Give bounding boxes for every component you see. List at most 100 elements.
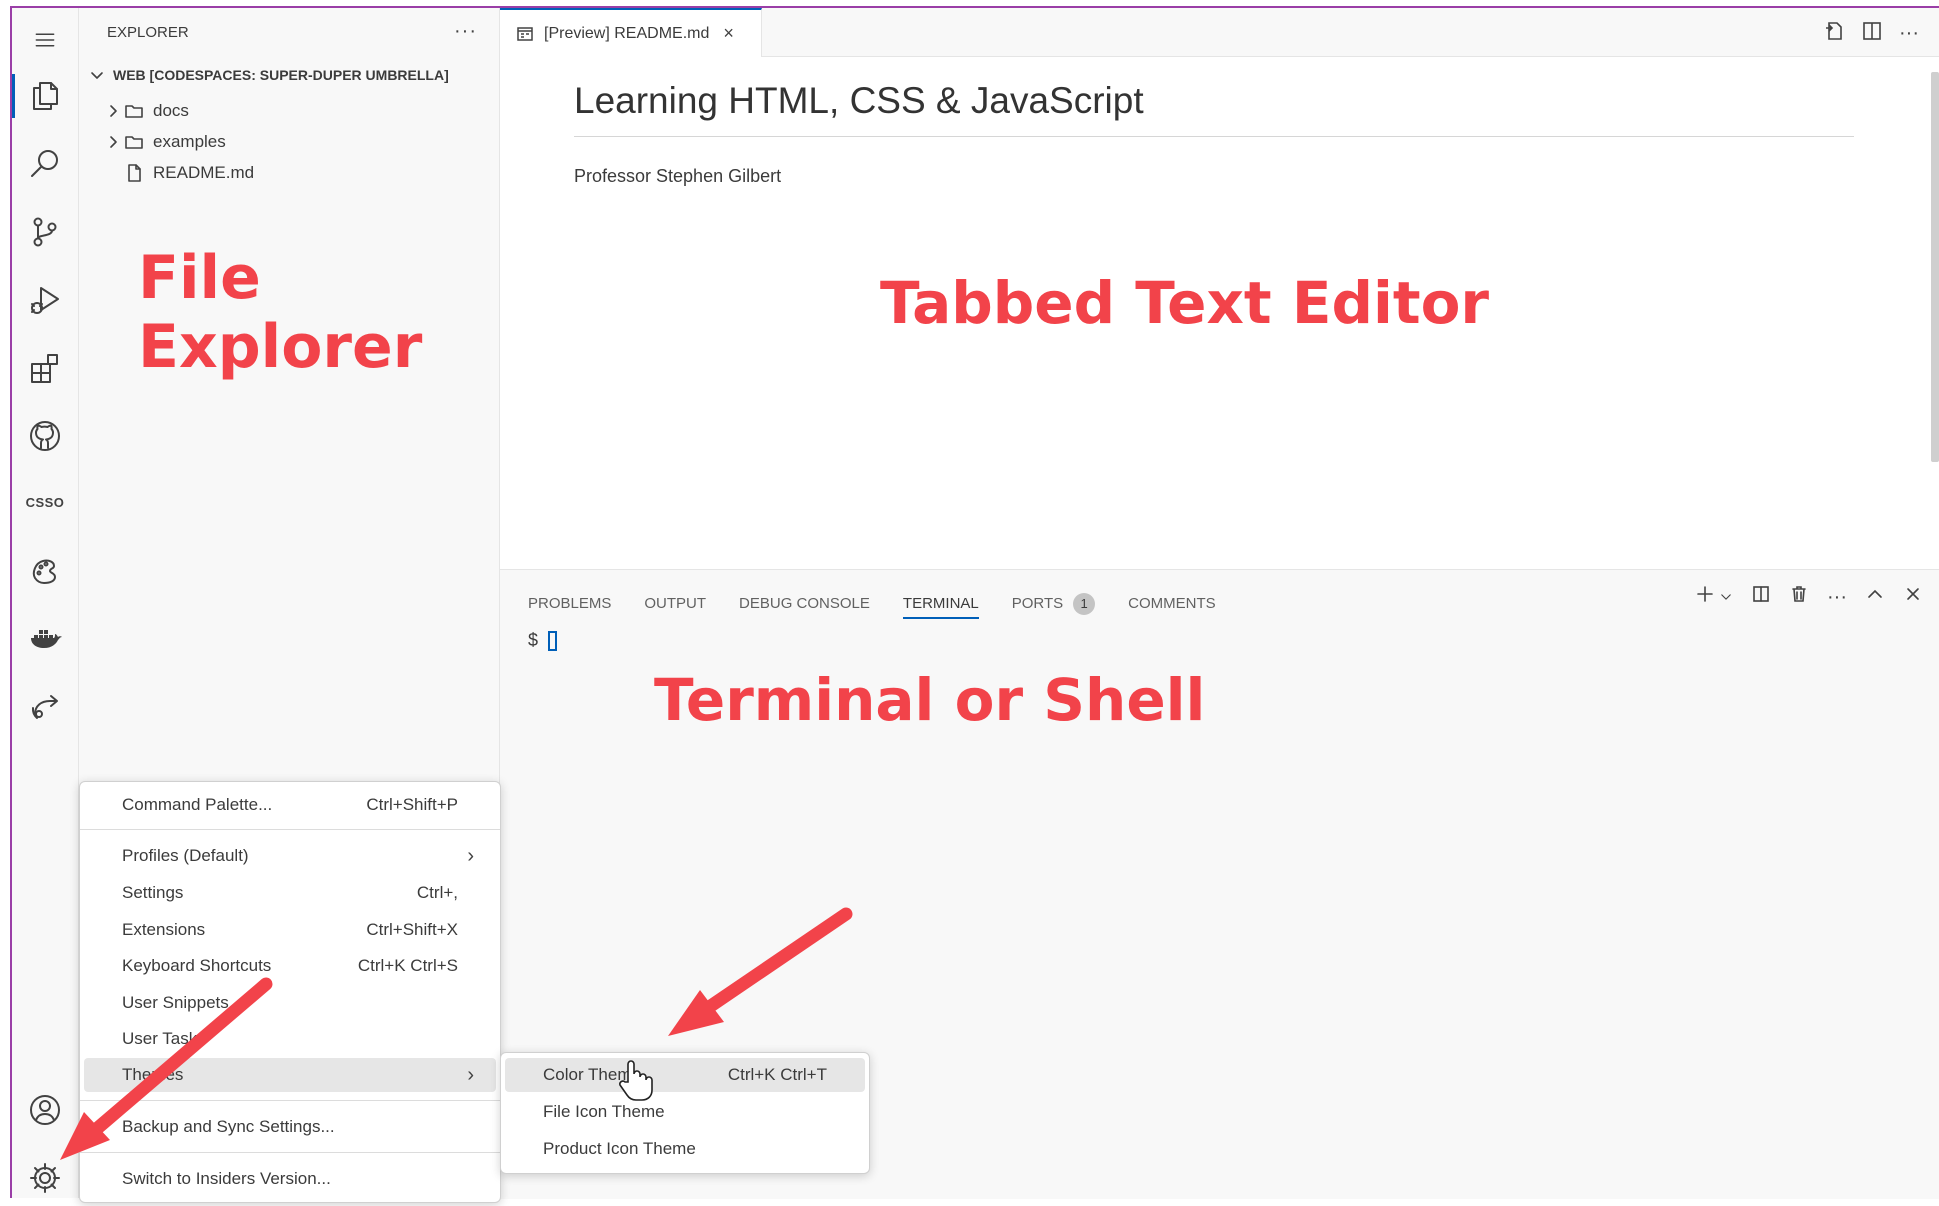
panel-actions: ··· [1695,584,1923,610]
plus-icon [1697,586,1713,602]
activity-live-share[interactable] [12,542,78,598]
menu-item-file-icon-theme[interactable]: File Icon Theme [505,1095,865,1129]
close-panel-button[interactable] [1903,584,1923,610]
editor-more-button[interactable]: ··· [1899,22,1919,45]
menu-label: Switch to Insiders Version... [122,1169,331,1188]
ports-count-badge: 1 [1073,592,1096,615]
run-debug-icon [31,287,59,314]
menu-item-user-snippets[interactable]: User Snippets [84,986,496,1020]
source-control-icon [33,217,57,247]
menu-item-product-icon-theme[interactable]: Product Icon Theme [505,1132,865,1166]
menu-label: User Tasks [122,1029,206,1048]
editor-scrollbar[interactable] [1931,72,1939,462]
workspace-name: WEB [CODESPACES: SUPER-DUPER UMBRELLA] [113,67,449,83]
panel-more-button[interactable]: ··· [1827,586,1847,609]
menu-shortcut: Ctrl+K Ctrl+T [727,1065,827,1084]
editor-group: [Preview] README.md × ··· Learning HTML,… [500,8,1939,568]
menu-item-profiles[interactable]: Profiles (Default) › [84,839,496,873]
github-icon [30,421,60,451]
split-editor-button[interactable] [1861,20,1883,47]
tab-readme-preview[interactable]: [Preview] README.md × [500,8,762,57]
editor-tab-bar: [Preview] README.md × ··· [500,8,1939,57]
csso-label: CSSO [25,494,65,510]
close-icon[interactable]: × [723,23,734,44]
menu-label: Settings [122,883,184,902]
tree-item-label: docs [153,101,189,120]
menu-label: Command Palette... [122,795,273,814]
menu-item-user-tasks[interactable]: User Tasks [84,1022,496,1056]
chevron-right-icon [103,132,123,152]
maximize-panel-button[interactable] [1865,584,1885,610]
files-icon [33,82,58,110]
activity-github[interactable] [12,408,78,464]
menu-button[interactable] [12,12,78,68]
annotation-line: Explorer [138,312,423,382]
tab-comments[interactable]: COMMENTS [1128,595,1216,612]
menu-shortcut: Ctrl+K Ctrl+S [357,956,458,975]
menu-item-keyboard-shortcuts[interactable]: Keyboard Shortcuts Ctrl+K Ctrl+S [84,949,496,983]
preview-icon [516,25,534,43]
prompt-symbol: $ [528,630,539,650]
terminal-cursor [548,630,558,651]
tab-terminal[interactable]: TERMINAL [902,595,979,619]
close-icon [1907,588,1919,600]
workspace-header[interactable]: WEB [CODESPACES: SUPER-DUPER UMBRELLA] [87,62,449,88]
tab-output[interactable]: OUTPUT [644,595,706,612]
split-editor-icon [1863,22,1881,40]
split-icon [1753,586,1769,602]
menu-item-command-palette[interactable]: Command Palette... Ctrl+Shift+P [84,788,496,822]
menu-item-switch-insiders[interactable]: Switch to Insiders Version... [84,1162,496,1196]
menu-label: Color Theme [543,1065,641,1084]
tab-problems[interactable]: PROBLEMS [528,595,611,612]
tab-ports[interactable]: PORTS 1 [1011,592,1096,615]
open-source-button[interactable] [1823,20,1845,47]
menu-item-backup-sync[interactable]: Backup and Sync Settings... [84,1110,496,1144]
menu-item-themes[interactable]: Themes › [84,1058,496,1092]
menu-item-extensions[interactable]: Extensions Ctrl+Shift+X [84,913,496,947]
explorer-more-button[interactable]: ··· [454,20,477,43]
annotation-editor: Tabbed Text Editor [880,269,1490,337]
activity-search[interactable] [12,136,78,192]
activity-docker[interactable] [12,610,78,666]
tree-item-label: examples [153,132,226,151]
menu-label: File Icon Theme [543,1102,665,1121]
terminal-dropdown-button[interactable] [1719,584,1733,610]
tab-ports-label: PORTS [1011,594,1064,612]
activity-accounts[interactable] [12,1082,78,1138]
chevron-right-icon [103,101,123,121]
activity-run-debug[interactable] [12,272,78,328]
terminal-prompt[interactable]: $ [528,630,558,651]
menu-item-color-theme[interactable]: Color Theme Ctrl+K Ctrl+T [505,1058,865,1092]
remote-share-icon [31,695,58,719]
activity-source-control[interactable] [12,204,78,260]
tree-item-docs[interactable]: docs [103,96,189,126]
activity-remote[interactable] [12,678,78,734]
kill-terminal-button[interactable] [1789,584,1809,610]
tree-item-readme[interactable]: README.md [123,158,254,188]
activity-explorer[interactable] [12,68,78,124]
open-file-icon [1826,22,1842,40]
folder-icon [123,131,145,153]
paint-palette-icon [32,559,56,584]
panel-tabs: PROBLEMS OUTPUT DEBUG CONSOLE TERMINAL P… [528,588,1216,619]
menu-label: Backup and Sync Settings... [122,1117,335,1136]
activity-csso[interactable]: CSSO [12,474,78,530]
activity-extensions[interactable] [12,340,78,396]
menu-separator [80,1152,500,1153]
menu-separator [80,829,500,830]
annotation-terminal: Terminal or Shell [654,666,1206,734]
tree-item-examples[interactable]: examples [103,127,226,157]
menu-shortcut: Ctrl+, [416,883,458,902]
extensions-icon [31,354,58,383]
tab-debug-console[interactable]: DEBUG CONSOLE [739,595,870,612]
activity-bar: CSSO [12,8,79,1198]
trash-icon [1792,586,1806,602]
new-terminal-button[interactable] [1695,584,1715,610]
menu-label: User Snippets [122,993,229,1012]
split-terminal-button[interactable] [1751,584,1771,610]
search-icon [31,150,58,177]
gear-icon [30,1163,60,1193]
menu-shortcut: Ctrl+Shift+P [366,795,458,814]
readme-heading: Learning HTML, CSS & JavaScript [574,80,1854,137]
menu-item-settings[interactable]: Settings Ctrl+, [84,876,496,910]
